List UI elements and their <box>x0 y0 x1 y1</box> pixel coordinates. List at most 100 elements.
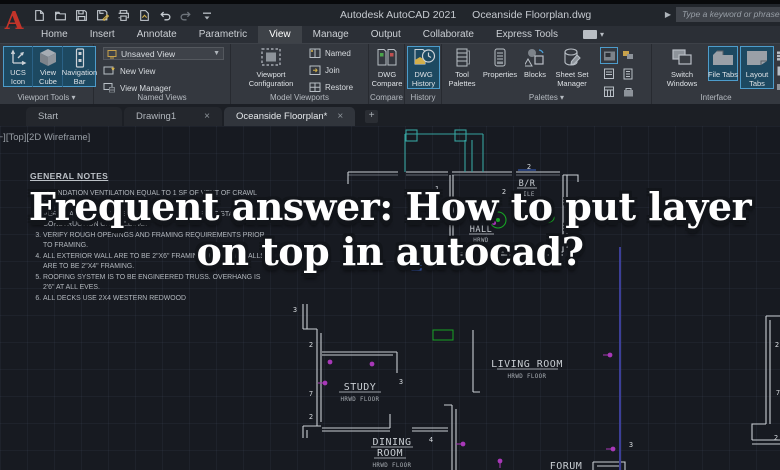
drawing-canvas[interactable]: [−][Top][2D Wireframe] GENERAL NOTES FOU… <box>0 126 780 470</box>
undo-button[interactable] <box>158 8 172 22</box>
qat-customize-button[interactable] <box>200 8 214 22</box>
palette-tool-button-4[interactable] <box>619 65 637 82</box>
article-title-overlay: Frequent answer: How to put layer on top… <box>0 184 780 274</box>
panel-label-compare[interactable]: Compare <box>369 93 404 104</box>
open-folder-icon <box>54 11 66 20</box>
palette-tool-button-3[interactable] <box>600 65 618 82</box>
named-viewports-button[interactable]: Named <box>309 48 351 59</box>
redo-icon <box>180 11 191 20</box>
tab-insert[interactable]: Insert <box>79 26 126 43</box>
search-input[interactable]: Type a keyword or phrase <box>676 7 780 22</box>
tab-parametric[interactable]: Parametric <box>188 26 258 43</box>
tile-vertically-button[interactable]: Tile Vertically <box>776 66 780 76</box>
dwg-compare-button[interactable]: DWG Compare <box>371 47 403 88</box>
autocad-logo-icon[interactable]: A <box>3 6 25 40</box>
panel-label-named-views[interactable]: Named Views <box>94 93 230 104</box>
plot-button[interactable] <box>116 8 130 22</box>
panel-named-views: Unsaved View ▼ New View View Manager Nam… <box>94 44 231 104</box>
tab-annotate[interactable]: Annotate <box>126 26 188 43</box>
file-tab-oceanside-floorplan[interactable]: Oceanside Floorplan* × <box>224 107 356 126</box>
viewport-configuration-icon <box>261 48 281 66</box>
app-title: Autodesk AutoCAD 2021 <box>340 9 457 21</box>
tile-horizontally-button[interactable]: Tile Horizontally <box>776 51 780 61</box>
ribbon-tab-bar: Home Insert Annotate Parametric View Man… <box>0 26 780 43</box>
viewport-configuration-button[interactable]: Viewport Configuration <box>239 47 303 88</box>
view-icon <box>107 49 117 58</box>
tab-collaborate[interactable]: Collaborate <box>412 26 485 43</box>
named-viewports-icon <box>309 48 321 58</box>
panel-label-interface[interactable]: Interface <box>652 93 780 104</box>
palette-tool-button-1[interactable] <box>600 47 618 64</box>
panel-label-palettes[interactable]: Palettes ▾ <box>442 93 651 104</box>
save-as-button[interactable] <box>95 8 109 22</box>
panel-interface: Switch Windows File Tabs Layout Tabs Til… <box>652 44 780 104</box>
restore-viewports-button[interactable]: Restore <box>309 82 353 93</box>
document-title: Oceanside Floorplan.dwg <box>472 9 592 21</box>
file-tab-drawing1[interactable]: Drawing1 × <box>124 107 222 126</box>
dwg-history-icon <box>414 49 435 65</box>
svg-text:HRWD FLOOR: HRWD FLOOR <box>373 463 412 469</box>
tool-palettes-icon <box>456 48 470 67</box>
palette-tool-icon-3 <box>603 68 614 79</box>
publish-button[interactable] <box>137 8 151 22</box>
svg-text:2: 2 <box>527 163 531 171</box>
sheet-set-manager-icon <box>564 48 581 66</box>
properties-button[interactable]: Properties <box>480 47 520 80</box>
open-file-button[interactable] <box>53 8 67 22</box>
blocks-button[interactable]: Blocks <box>520 47 550 80</box>
tab-output[interactable]: Output <box>360 26 412 43</box>
save-icon <box>75 9 87 21</box>
panel-model-viewports: Viewport Configuration Named Join Restor… <box>231 44 369 104</box>
tab-home[interactable]: Home <box>30 26 79 43</box>
tab-manage[interactable]: Manage <box>302 26 360 43</box>
layout-tabs-toggle[interactable]: Layout Tabs <box>740 46 774 89</box>
blocks-icon <box>525 49 544 67</box>
palette-tool-icon-4 <box>623 68 632 79</box>
palette-tool-button-2[interactable] <box>619 47 637 64</box>
svg-text:4: 4 <box>429 436 433 444</box>
panel-label-history[interactable]: History <box>405 93 441 104</box>
ucs-axes-icon <box>10 49 27 66</box>
join-viewports-icon <box>309 65 321 75</box>
new-view-button[interactable]: New View <box>103 65 155 77</box>
tab-view[interactable]: View <box>258 26 302 43</box>
window-title: Autodesk AutoCAD 2021 Oceanside Floorplan… <box>340 4 591 26</box>
sheet-set-manager-button[interactable]: Sheet Set Manager <box>550 47 594 88</box>
close-icon[interactable]: × <box>204 111 210 122</box>
file-tab-start[interactable]: Start <box>26 107 122 126</box>
undo-icon <box>160 11 171 20</box>
save-button[interactable] <box>74 8 88 22</box>
dwg-history-button[interactable]: DWG History <box>407 46 440 89</box>
panel-viewport-tools: UCS Icon View Cube Navigation Bar Viewpo… <box>0 44 97 104</box>
new-drawing-tab-button[interactable]: + <box>365 110 379 123</box>
file-tabs-toggle[interactable]: File Tabs <box>708 46 738 81</box>
restore-viewports-icon <box>309 82 321 92</box>
ucs-icon-button[interactable]: UCS Icon <box>3 46 33 87</box>
publish-icon <box>139 9 149 21</box>
view-cube-icon <box>40 49 56 66</box>
navigation-bar-icon <box>75 48 84 68</box>
cascade-button[interactable]: Cascade <box>776 81 780 91</box>
tool-palettes-button[interactable]: Tool Palettes <box>444 47 480 88</box>
room-label-living: LIVING ROOM <box>491 359 563 370</box>
ribbon-display-toggle[interactable]: ▾ <box>583 26 604 43</box>
quick-access-toolbar <box>32 8 214 22</box>
view-cube-button[interactable]: View Cube <box>33 46 63 87</box>
svg-text:3: 3 <box>293 306 297 314</box>
join-viewports-button[interactable]: Join <box>309 65 340 76</box>
redo-button[interactable] <box>179 8 193 22</box>
plot-icon <box>118 9 129 21</box>
panel-label-model-viewports[interactable]: Model Viewports <box>231 93 368 104</box>
svg-text:2: 2 <box>309 413 313 421</box>
tab-express-tools[interactable]: Express Tools <box>485 26 569 43</box>
panel-label-viewport-tools[interactable]: Viewport Tools ▾ <box>0 93 93 104</box>
view-list-dropdown[interactable]: Unsaved View ▼ <box>103 47 224 60</box>
autocad-window: Autodesk AutoCAD 2021 Oceanside Floorplan… <box>0 0 780 470</box>
palette-tool-icon-1 <box>603 51 615 60</box>
room-label-forum: FORUM <box>550 461 583 470</box>
overlay-line-1: Frequent answer: How to put layer <box>28 184 752 229</box>
close-icon[interactable]: × <box>337 111 343 122</box>
new-file-button[interactable] <box>32 8 46 22</box>
switch-windows-button[interactable]: Switch Windows <box>660 47 704 88</box>
navigation-bar-button[interactable]: Navigation Bar <box>62 46 97 87</box>
